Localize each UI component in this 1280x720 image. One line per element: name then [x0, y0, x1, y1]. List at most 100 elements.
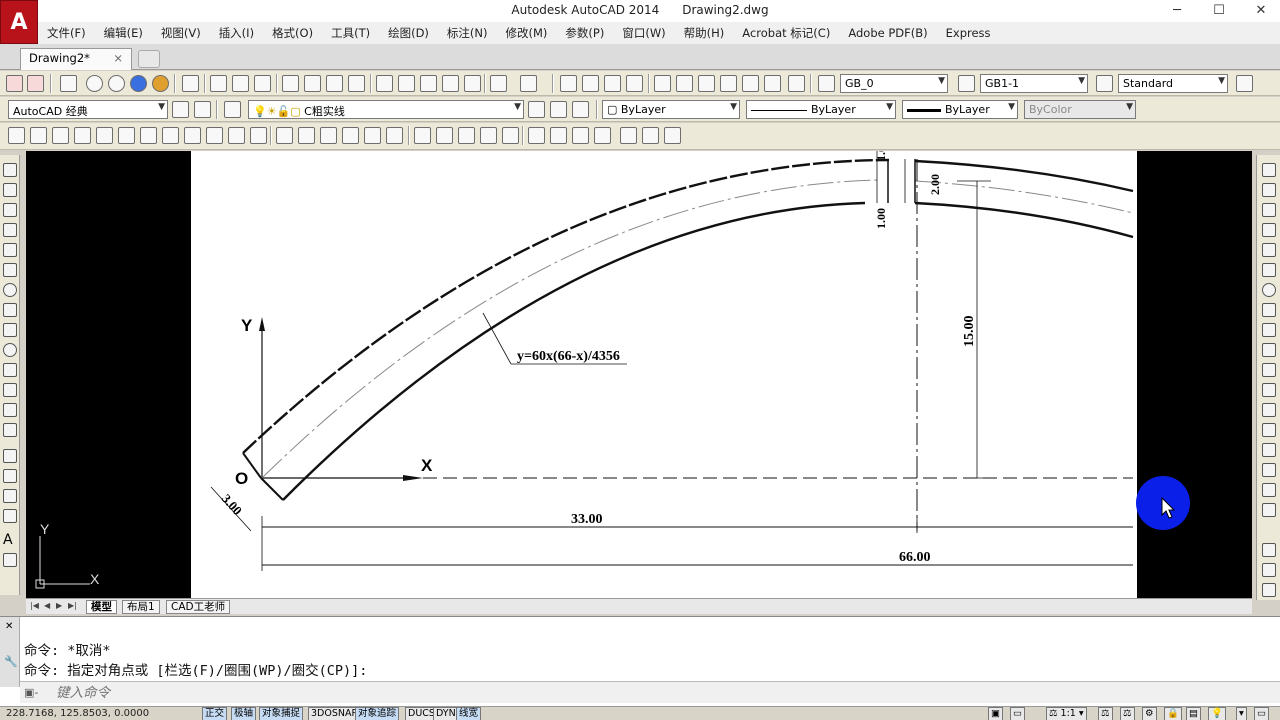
- isolate-icon[interactable]: [86, 75, 103, 92]
- arch-start-cap-lower[interactable]: [260, 477, 284, 501]
- make-block-icon[interactable]: [3, 403, 17, 417]
- pan-icon[interactable]: [560, 75, 577, 92]
- print-icon[interactable]: [282, 75, 299, 92]
- circle-icon[interactable]: [3, 283, 17, 297]
- tab-layout1[interactable]: 布局1: [122, 600, 160, 614]
- span-dim-text[interactable]: 66.00: [899, 550, 931, 565]
- constraint-horizontal-icon[interactable]: [436, 127, 453, 144]
- ellipse-arc-icon[interactable]: [3, 363, 17, 377]
- diameter-dim-icon[interactable]: [140, 127, 157, 144]
- tab-drawing2[interactable]: Drawing2* ×: [20, 48, 132, 70]
- zoom-window-icon[interactable]: [182, 75, 199, 92]
- ortho-toggle[interactable]: 正交: [202, 707, 228, 720]
- lock-ui-icon[interactable]: 🔒: [1164, 707, 1182, 720]
- dyn-toggle[interactable]: DYN: [433, 707, 459, 720]
- command-window-handle[interactable]: ✕ 🔧: [0, 617, 20, 687]
- add-selected-icon[interactable]: [3, 553, 17, 567]
- extend-icon[interactable]: [1262, 363, 1276, 377]
- region-icon[interactable]: [3, 489, 17, 503]
- quick-dim-icon[interactable]: [184, 127, 201, 144]
- continue-dim-icon[interactable]: [228, 127, 245, 144]
- parameters-manager-icon[interactable]: [642, 127, 659, 144]
- arch-outer-edge[interactable]: [242, 158, 890, 454]
- lineweight-toggle[interactable]: 线宽: [456, 707, 482, 720]
- layer-match-icon[interactable]: [572, 101, 589, 118]
- insert-block-icon[interactable]: [3, 383, 17, 397]
- draworder-icon[interactable]: [1262, 543, 1276, 557]
- crown-dim-text-2[interactable]: 2.00: [928, 174, 942, 195]
- chamfer-icon[interactable]: [1262, 443, 1276, 457]
- table-style-select[interactable]: Standard ▼: [1118, 74, 1228, 93]
- rectangle-icon[interactable]: [3, 243, 17, 257]
- calculator-icon[interactable]: [764, 75, 781, 92]
- markup-icon[interactable]: [742, 75, 759, 92]
- join-icon[interactable]: [1262, 423, 1276, 437]
- new-file-icon[interactable]: [210, 75, 227, 92]
- arc-length-icon[interactable]: [52, 127, 69, 144]
- paste-icon[interactable]: [420, 75, 437, 92]
- ellipse-icon[interactable]: [3, 343, 17, 357]
- hardware-accel-icon[interactable]: ▤: [1186, 707, 1201, 720]
- draworder-front-icon[interactable]: [1262, 563, 1276, 577]
- acrobat-pdf-icon[interactable]: [6, 75, 23, 92]
- print-preview-icon[interactable]: [304, 75, 321, 92]
- linear-dim-icon[interactable]: [8, 127, 25, 144]
- copy-object-icon[interactable]: [1262, 183, 1276, 197]
- cut-icon[interactable]: [376, 75, 393, 92]
- fillet-icon[interactable]: [1262, 463, 1276, 477]
- thickness-dim-text[interactable]: 3.00: [219, 491, 245, 518]
- command-input[interactable]: [56, 685, 656, 700]
- new-tab-button[interactable]: [138, 50, 160, 68]
- tab-cad-teacher[interactable]: CAD工老师: [166, 600, 231, 614]
- layer-icon[interactable]: [60, 75, 77, 92]
- dim-edit-icon[interactable]: [276, 127, 293, 144]
- help-icon[interactable]: [788, 75, 805, 92]
- aligned-dim-icon[interactable]: [30, 127, 47, 144]
- close-icon[interactable]: ✕: [5, 621, 13, 632]
- fx-icon[interactable]: [664, 127, 681, 144]
- menu-edit[interactable]: 编辑(E): [95, 25, 152, 41]
- menu-help[interactable]: 帮助(H): [675, 25, 734, 41]
- dim-space-icon[interactable]: [364, 127, 381, 144]
- revision-cloud-icon[interactable]: [3, 303, 17, 317]
- workspace-settings-icon[interactable]: [172, 101, 189, 118]
- workspace-save-icon[interactable]: [194, 101, 211, 118]
- redo-icon[interactable]: [520, 75, 537, 92]
- table-icon[interactable]: [3, 509, 17, 523]
- properties-icon[interactable]: [654, 75, 671, 92]
- otrack-toggle[interactable]: 对象追踪: [355, 707, 400, 720]
- ordinate-dim-icon[interactable]: [74, 127, 91, 144]
- arch-inner-extension[interactable]: [914, 201, 1134, 239]
- polar-toggle[interactable]: 极轴: [231, 707, 257, 720]
- layer-select[interactable]: 💡☀🔓▢ C粗实线 ▼: [248, 100, 524, 119]
- show-constraints-icon[interactable]: [594, 127, 611, 144]
- draworder-back-icon[interactable]: [1262, 583, 1276, 597]
- rotate-icon[interactable]: [1262, 283, 1276, 297]
- multiline-text-icon[interactable]: A: [3, 533, 17, 547]
- workspace-switch-icon[interactable]: ⚙: [1142, 707, 1157, 720]
- design-center-icon[interactable]: [676, 75, 693, 92]
- constraint-angular-icon[interactable]: [502, 127, 519, 144]
- application-menu-button[interactable]: A: [0, 0, 38, 44]
- explode-icon[interactable]: [1262, 503, 1276, 517]
- blend-icon[interactable]: [1262, 483, 1276, 497]
- menu-draw[interactable]: 绘图(D): [379, 25, 438, 41]
- maximize-button[interactable]: ☐: [1202, 1, 1236, 21]
- height-dim-text[interactable]: 15.00: [962, 316, 977, 348]
- spline-icon[interactable]: [3, 323, 17, 337]
- multileader-style-icon[interactable]: [1236, 75, 1253, 92]
- last-tab-arrow-icon[interactable]: ▶|: [68, 601, 77, 610]
- constraint-aligned-icon[interactable]: [480, 127, 497, 144]
- auto-scale-icon[interactable]: ⚖: [1120, 707, 1135, 720]
- lineweight-select[interactable]: ByLayer ▼: [902, 100, 1018, 119]
- open-folder-icon[interactable]: [232, 75, 249, 92]
- constraint-vertical-icon[interactable]: [458, 127, 475, 144]
- tab-close-icon[interactable]: ×: [113, 51, 123, 65]
- annotation-visibility-icon[interactable]: ⚖: [1098, 707, 1113, 720]
- parametric-icon[interactable]: [414, 127, 431, 144]
- point-icon[interactable]: [3, 423, 17, 437]
- constraint-diameter-icon[interactable]: [550, 127, 567, 144]
- dim-style-icon[interactable]: [958, 75, 975, 92]
- layer-previous-icon[interactable]: [550, 101, 567, 118]
- 3dosnap-toggle[interactable]: 3DOSNAP: [308, 707, 361, 720]
